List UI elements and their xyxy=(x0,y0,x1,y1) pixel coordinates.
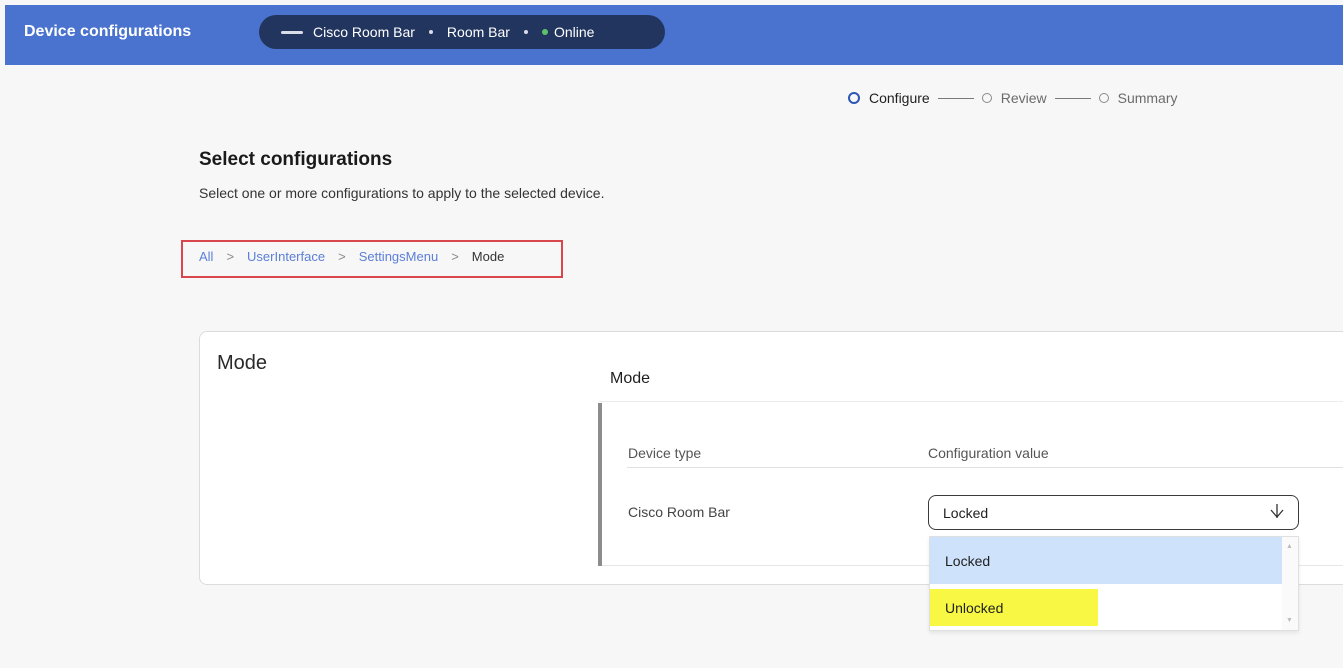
row-device-type: Cisco Room Bar xyxy=(628,504,730,520)
app-title: Device configurations xyxy=(24,23,192,40)
page-subtitle: Select one or more configurations to app… xyxy=(199,185,605,201)
divider xyxy=(627,467,1343,468)
step-label: Summary xyxy=(1117,90,1178,106)
column-header-device-type: Device type xyxy=(628,445,702,461)
step-summary: Summary xyxy=(1098,90,1178,106)
stepper: Configure Review Summary xyxy=(848,90,1178,106)
device-name: Room Bar xyxy=(446,24,510,40)
step-circle-icon xyxy=(981,93,992,103)
chevron-right-icon: > xyxy=(338,249,346,264)
chevron-right-icon: > xyxy=(226,249,235,264)
scroll-up-icon[interactable]: ▲ xyxy=(1286,543,1293,550)
column-header-configuration-value: Configuration value xyxy=(928,445,1049,461)
step-configure: Configure xyxy=(848,90,930,106)
select-value: Locked xyxy=(943,504,989,521)
card-title: Mode xyxy=(217,352,268,374)
device-icon xyxy=(281,30,303,34)
configuration-value-select[interactable]: Locked xyxy=(928,495,1299,530)
device-status: Online xyxy=(553,24,595,40)
option-label: Unlocked xyxy=(945,599,1004,616)
section-left-bar xyxy=(598,403,602,566)
step-review: Review xyxy=(981,90,1047,106)
device-model: Cisco Room Bar xyxy=(313,24,415,40)
dropdown-option-unlocked[interactable]: Unlocked xyxy=(930,584,1282,631)
step-label: Review xyxy=(1000,90,1047,106)
step-circle-icon xyxy=(848,92,860,104)
dropdown-option-locked[interactable]: Locked xyxy=(930,537,1282,584)
arrow-down-icon[interactable] xyxy=(1270,503,1284,524)
scrollbar[interactable]: ▲ ▼ xyxy=(1282,537,1298,630)
chevron-right-icon: > xyxy=(451,249,459,264)
breadcrumb: All > UserInterface > SettingsMenu > Mod… xyxy=(199,249,504,264)
device-pill[interactable]: Cisco Room Bar Room Bar Online xyxy=(259,15,665,49)
step-label: Configure xyxy=(869,90,930,106)
divider xyxy=(599,401,1343,402)
dropdown-menu: Locked Unlocked ▲ ▼ xyxy=(929,536,1299,631)
breadcrumb-item-all[interactable]: All xyxy=(199,249,213,264)
separator-dot xyxy=(523,30,528,34)
breadcrumb-item-userinterface[interactable]: UserInterface xyxy=(247,249,325,264)
page-title: Select configurations xyxy=(199,149,393,170)
breadcrumb-item-mode: Mode xyxy=(471,249,505,264)
step-connector xyxy=(937,97,974,99)
scroll-down-icon[interactable]: ▼ xyxy=(1286,617,1293,624)
step-connector xyxy=(1054,97,1091,99)
separator-dot xyxy=(428,30,433,34)
step-circle-icon xyxy=(1098,93,1109,103)
section-title: Mode xyxy=(610,370,651,387)
option-label: Locked xyxy=(945,552,991,569)
breadcrumb-item-settingsmenu[interactable]: SettingsMenu xyxy=(359,249,439,264)
top-bar: Device configurations Cisco Room Bar Roo… xyxy=(5,5,1343,65)
online-status-icon xyxy=(541,29,548,35)
